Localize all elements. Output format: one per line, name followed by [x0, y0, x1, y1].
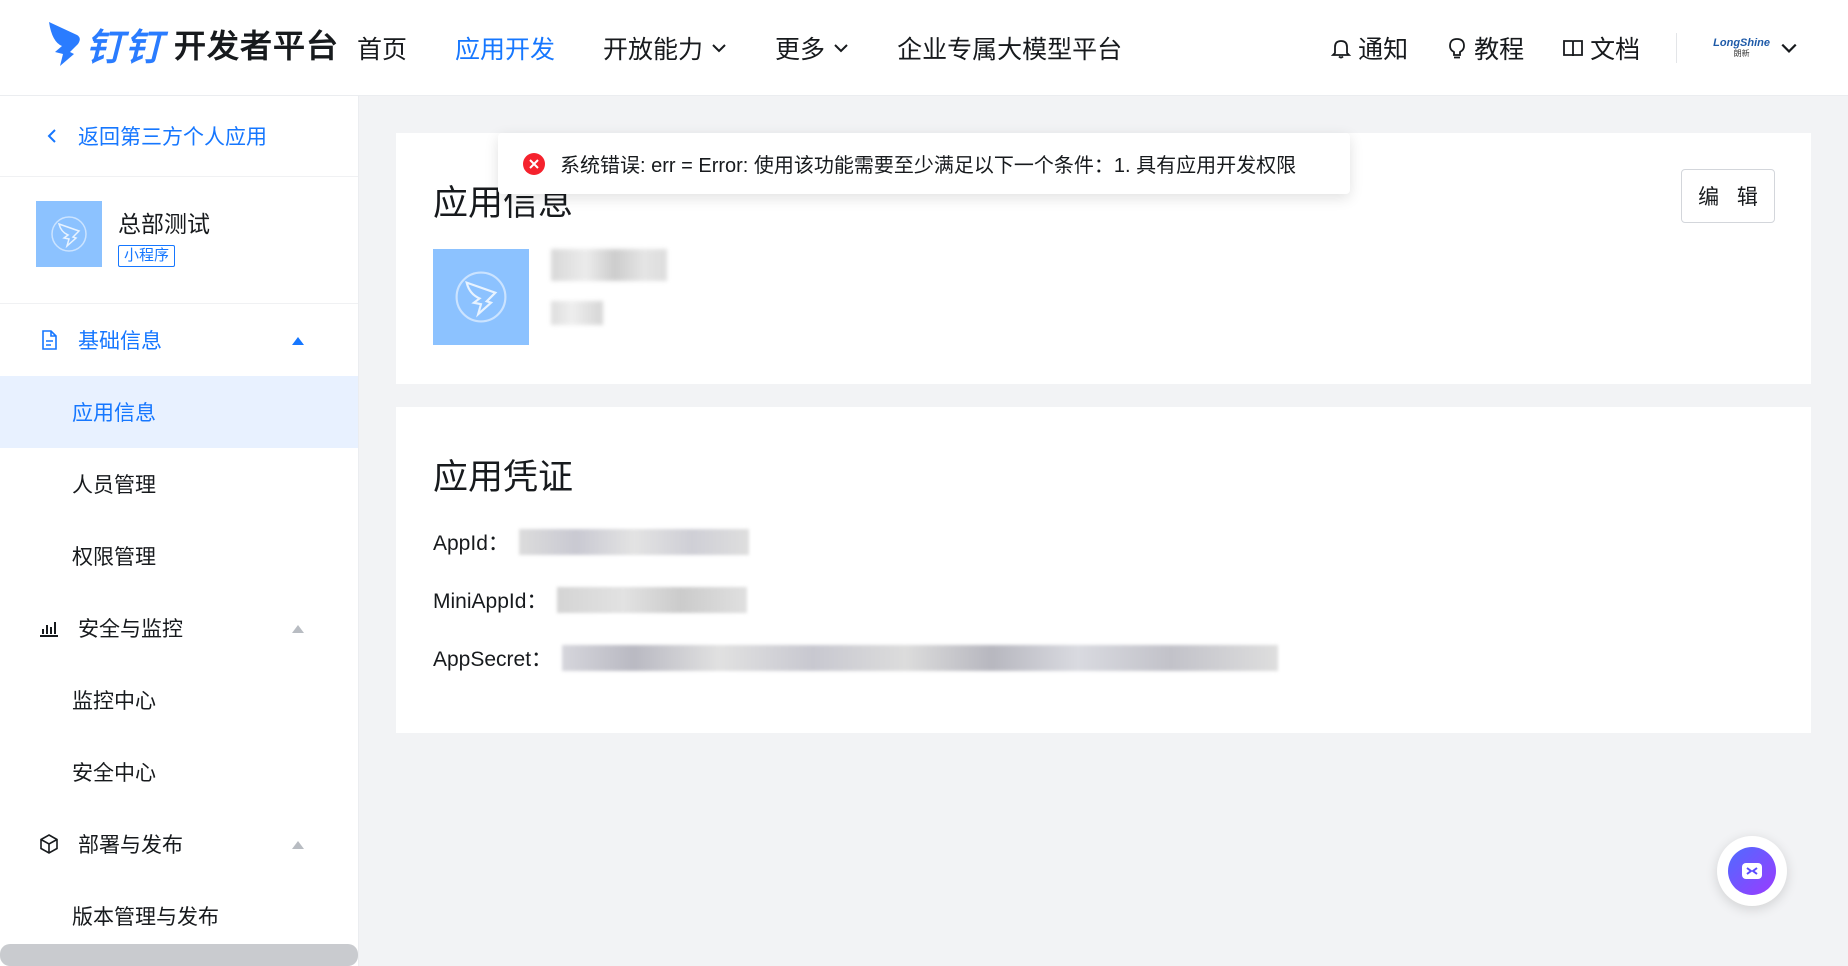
app-icon: [36, 201, 102, 267]
nav-label: 开放能力: [603, 36, 704, 64]
back-label: 返回第三方个人应用: [78, 126, 267, 149]
header-divider: [1676, 33, 1678, 63]
nav-label: 首页: [357, 36, 408, 64]
caret-up-icon: [292, 841, 304, 849]
appid-value-redacted: [518, 529, 749, 555]
appsecret-field: AppSecret：: [433, 643, 1279, 673]
nav-enterprise-llm[interactable]: 企业专属大模型平台: [897, 30, 1122, 66]
org-switcher[interactable]: LongShine 朗新: [1713, 38, 1798, 58]
notify-label: 通知: [1358, 36, 1409, 64]
nav-label: 应用开发: [455, 36, 556, 64]
app-placeholder-icon: [455, 271, 507, 323]
appsecret-value-redacted: [562, 645, 1279, 671]
menu-item-label: 监控中心: [72, 690, 156, 713]
sidebar-item-member-management[interactable]: 人员管理: [0, 448, 358, 520]
chat-bot-icon: [1742, 863, 1762, 879]
lightbulb-icon: [1449, 38, 1466, 59]
app-type-badge: 小程序: [118, 245, 176, 267]
tutorial-button[interactable]: 教程: [1446, 30, 1524, 66]
appid-label: AppId：: [433, 532, 509, 555]
appid-field: AppId：: [433, 527, 749, 557]
app-placeholder-icon: [51, 216, 87, 252]
back-to-apps-link[interactable]: 返回第三方个人应用: [0, 96, 358, 177]
menu-item-label: 人员管理: [72, 474, 156, 497]
book-icon: [1563, 40, 1584, 57]
cube-icon: [40, 834, 58, 854]
dingtalk-logo[interactable]: 钉钉 开发者平台: [46, 16, 339, 72]
chevron-down-icon: [712, 44, 726, 53]
menu-group-basic-info[interactable]: 基础信息: [0, 304, 358, 376]
menu-item-label: 权限管理: [72, 546, 156, 569]
sidebar: 返回第三方个人应用 总部测试 小程序 基础信息 应用信息 人员管理 权限管理 安…: [0, 96, 359, 966]
app-name: 总部测试: [118, 211, 210, 237]
menu-group-security-monitoring[interactable]: 安全与监控: [0, 592, 358, 664]
chevron-down-icon: [834, 44, 848, 53]
miniappid-label: MiniAppId：: [433, 590, 548, 613]
miniappid-value-redacted: [557, 587, 748, 613]
sidebar-scrollbar[interactable]: [0, 944, 358, 966]
org-logo-en: LongShine: [1713, 37, 1770, 49]
nav-label: 更多: [775, 36, 826, 64]
toast-message: 系统错误: err = Error: 使用该功能需要至少满足以下一个条件：1. …: [560, 155, 1297, 177]
org-logo: LongShine 朗新: [1713, 38, 1770, 58]
edit-button[interactable]: 编 辑: [1681, 169, 1775, 223]
sidebar-item-app-info[interactable]: 应用信息: [0, 376, 358, 448]
nav-more[interactable]: 更多: [775, 30, 849, 66]
menu-item-label: 应用信息: [72, 402, 156, 425]
menu-group-label: 基础信息: [78, 330, 162, 353]
bell-icon: [1330, 40, 1352, 59]
credentials-title: 应用凭证: [433, 458, 574, 497]
chevron-left-icon: [47, 129, 56, 143]
tutorial-label: 教程: [1474, 36, 1525, 64]
app-icon-large: [433, 249, 529, 345]
caret-up-icon: [292, 337, 304, 345]
sidebar-item-version-publish[interactable]: 版本管理与发布: [0, 880, 358, 952]
menu-group-label: 部署与发布: [78, 834, 183, 857]
header-tools: 通知 教程 文档 LongShine 朗新: [1330, 0, 1798, 96]
nav-label: 企业专属大模型平台: [897, 36, 1123, 64]
app-meta: 总部测试 小程序: [118, 201, 210, 267]
notify-button[interactable]: 通知: [1330, 30, 1408, 66]
bar-chart-icon: [40, 622, 58, 637]
dingtalk-wing-icon: [49, 22, 80, 66]
chevron-down-icon: [1781, 43, 1797, 53]
menu-group-deploy-publish[interactable]: 部署与发布: [0, 808, 358, 880]
nav-home[interactable]: 首页: [357, 30, 407, 66]
menu-item-label: 安全中心: [72, 762, 156, 785]
document-icon: [42, 330, 57, 350]
logo-brand-text: 钉钉: [86, 27, 164, 68]
error-circle-icon: [523, 152, 545, 175]
docs-label: 文档: [1590, 36, 1641, 64]
nav-app-dev[interactable]: 应用开发: [455, 30, 555, 66]
sidebar-item-monitor-center[interactable]: 监控中心: [0, 664, 358, 736]
logo-suffix-text: 开发者平台: [174, 28, 340, 64]
appsecret-label: AppSecret：: [433, 648, 553, 671]
sidebar-item-security-center[interactable]: 安全中心: [0, 736, 358, 808]
main-nav: 首页 应用开发 开放能力 更多 企业专属大模型平台: [357, 0, 1122, 96]
assistant-icon: [1728, 847, 1776, 895]
redacted-app-desc: [551, 301, 603, 325]
org-logo-cn: 朗新: [1733, 49, 1750, 58]
menu-group-label: 安全与监控: [78, 618, 183, 641]
assistant-float-button[interactable]: [1717, 836, 1787, 906]
sidebar-app-card: 总部测试 小程序: [0, 177, 358, 304]
docs-button[interactable]: 文档: [1562, 30, 1640, 66]
redacted-app-name: [551, 249, 667, 281]
error-toast: 系统错误: err = Error: 使用该功能需要至少满足以下一个条件：1. …: [498, 133, 1350, 194]
nav-open-capability[interactable]: 开放能力: [603, 30, 727, 66]
caret-up-icon: [292, 625, 304, 633]
app-credentials-card: 应用凭证 AppId： MiniAppId： AppSecret：: [396, 407, 1811, 733]
sidebar-item-permission-management[interactable]: 权限管理: [0, 520, 358, 592]
miniappid-field: MiniAppId：: [433, 585, 748, 615]
top-header: 钉钉 开发者平台 首页 应用开发 开放能力 更多 企业专属大模型平台 通知 教程: [0, 0, 1848, 96]
menu-item-label: 版本管理与发布: [72, 906, 219, 929]
